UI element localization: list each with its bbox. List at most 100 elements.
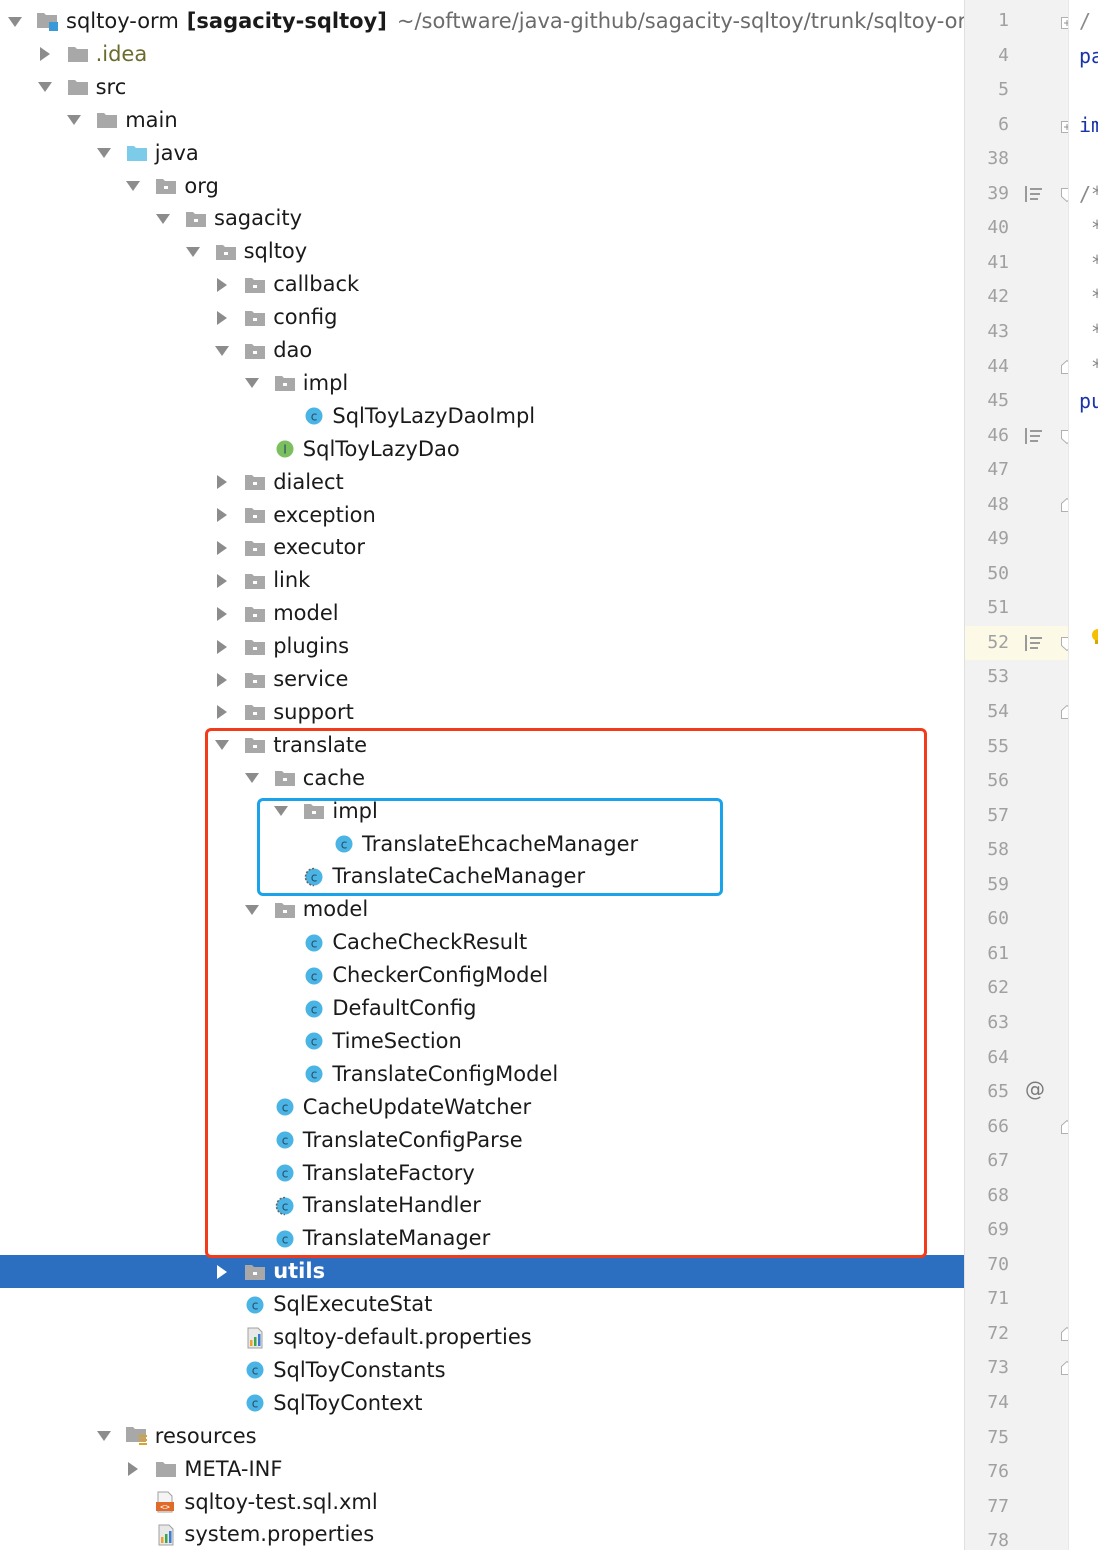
tree-node[interactable]: sqltoy-default.properties [0, 1321, 964, 1354]
tree-node[interactable]: service [0, 663, 964, 696]
tree-node[interactable]: c SqlToyConstants [0, 1354, 964, 1387]
collapse-arrow-icon[interactable] [272, 802, 290, 820]
tree-node[interactable]: c TranslateEhcacheManager [0, 828, 964, 861]
collapse-arrow-icon[interactable] [95, 144, 113, 162]
tree-node[interactable]: executor [0, 531, 964, 564]
collapse-arrow-icon[interactable] [213, 342, 231, 360]
tree-node-label: TranslateCacheManager [332, 864, 586, 889]
expand-arrow-icon[interactable] [213, 671, 231, 689]
tree-node[interactable]: c TranslateHandler [0, 1189, 964, 1222]
tree-node[interactable]: dao [0, 334, 964, 367]
collapse-arrow-icon[interactable] [154, 210, 172, 228]
expand-arrow-icon[interactable] [213, 703, 231, 721]
tree-node[interactable]: utils [0, 1255, 964, 1289]
collapse-arrow-icon[interactable] [184, 243, 202, 261]
tree-node[interactable]: c SqlExecuteStat [0, 1288, 964, 1321]
editor-gutter: 1 4 5 6 38 39 40 41 42 43 44 45 46 47 48 49 50 51 52 53 54 55… [964, 0, 1069, 1550]
line-number: 4 [998, 44, 1009, 66]
tree-node[interactable]: model [0, 597, 964, 630]
collapse-arrow-icon[interactable] [36, 78, 54, 96]
tree-node[interactable]: c TranslateCacheManager [0, 860, 964, 893]
expand-arrow-icon[interactable] [213, 638, 231, 656]
tree-node[interactable]: c TranslateFactory [0, 1157, 964, 1190]
annotation-marker-icon[interactable]: @ [1025, 1077, 1045, 1101]
class-icon: c [302, 931, 326, 955]
tree-node[interactable]: c SqlToyLazyDaoImpl [0, 400, 964, 433]
code-line: * [1091, 280, 1098, 314]
collapse-arrow-icon[interactable] [95, 1427, 113, 1445]
tree-node[interactable]: main [0, 104, 964, 137]
project-tree[interactable]: sqltoy-orm [sagacity-sqltoy] ~/software/ja… [0, 0, 964, 1550]
tree-node[interactable]: c TranslateConfigModel [0, 1058, 964, 1091]
expand-arrow-icon[interactable] [36, 45, 54, 63]
tree-node[interactable]: c CheckerConfigModel [0, 959, 964, 992]
svg-text:c: c [252, 1397, 259, 1411]
tree-node-label: TranslateConfigParse [302, 1127, 523, 1152]
line-number: 61 [987, 942, 1009, 964]
tree-node[interactable]: exception [0, 499, 964, 532]
collapse-arrow-icon[interactable] [65, 111, 83, 129]
implements-marker-icon[interactable] [1025, 427, 1043, 448]
collapse-arrow-icon[interactable] [124, 177, 142, 195]
tree-node[interactable]: config [0, 301, 964, 334]
line-number: 42 [987, 286, 1009, 308]
tree-node[interactable]: c SqlToyContext [0, 1387, 964, 1420]
tree-node-label: cache [302, 765, 365, 790]
implements-marker-icon[interactable] [1025, 185, 1043, 206]
tree-node[interactable]: impl [0, 367, 964, 400]
expand-arrow-icon[interactable] [124, 1460, 142, 1478]
expand-arrow-icon[interactable] [213, 539, 231, 557]
tree-node[interactable]: c CacheCheckResult [0, 926, 964, 959]
tree-node[interactable]: resources [0, 1420, 964, 1453]
expand-arrow-icon[interactable] [213, 506, 231, 524]
tree-node[interactable]: c TranslateManager [0, 1222, 964, 1255]
expand-arrow-icon[interactable] [213, 473, 231, 491]
tree-node[interactable]: I SqlToyLazyDao [0, 433, 964, 466]
tree-node[interactable]: c TimeSection [0, 1025, 964, 1058]
package-icon [214, 240, 238, 264]
tree-node[interactable]: .idea [0, 38, 964, 71]
intention-bulb-icon[interactable] [1091, 628, 1098, 652]
code-editor[interactable]: /paim/******pu [1068, 0, 1098, 1550]
tree-node[interactable]: support [0, 696, 964, 729]
tree-node[interactable]: c CacheUpdateWatcher [0, 1091, 964, 1124]
tree-node[interactable]: sqltoy [0, 235, 964, 268]
expand-arrow-icon[interactable] [213, 572, 231, 590]
tree-node[interactable]: c TranslateConfigParse [0, 1124, 964, 1157]
svg-text:c: c [341, 838, 348, 852]
collapse-arrow-icon[interactable] [243, 769, 261, 787]
tree-node[interactable]: java [0, 137, 964, 170]
collapse-arrow-icon[interactable] [213, 736, 231, 754]
tree-node[interactable]: dialect [0, 466, 964, 499]
line-number: 41 [987, 251, 1009, 273]
tree-node[interactable]: sagacity [0, 202, 964, 235]
tree-node[interactable]: translate [0, 729, 964, 762]
folder-icon [95, 108, 119, 132]
expand-arrow-icon[interactable] [213, 1263, 231, 1281]
collapse-arrow-icon[interactable] [6, 13, 24, 31]
tree-node[interactable]: sqltoy-orm [sagacity-sqltoy] ~/software/ja… [0, 5, 964, 38]
implements-marker-icon[interactable] [1025, 634, 1043, 655]
tree-node[interactable]: impl [0, 795, 964, 828]
tree-node-label: CacheUpdateWatcher [302, 1094, 532, 1119]
collapse-arrow-icon[interactable] [243, 374, 261, 392]
tree-node[interactable]: META-INF [0, 1453, 964, 1486]
tree-node[interactable]: link [0, 564, 964, 597]
expand-arrow-icon[interactable] [213, 309, 231, 327]
tree-node[interactable]: system.properties [0, 1518, 964, 1550]
tree-node-label: sqltoy-test.sql.xml [184, 1489, 378, 1514]
tree-node[interactable]: <> sqltoy-test.sql.xml [0, 1486, 964, 1519]
collapse-arrow-icon[interactable] [243, 901, 261, 919]
tree-node-label: sqltoy-orm [66, 9, 179, 33]
tree-node[interactable]: src [0, 71, 964, 104]
expand-arrow-icon[interactable] [213, 605, 231, 623]
tree-node[interactable]: model [0, 893, 964, 926]
tree-node[interactable]: plugins [0, 630, 964, 663]
line-number: 62 [987, 977, 1009, 999]
svg-text:c: c [281, 1167, 288, 1181]
tree-node[interactable]: cache [0, 762, 964, 795]
tree-node[interactable]: c DefaultConfig [0, 992, 964, 1025]
expand-arrow-icon[interactable] [213, 276, 231, 294]
tree-node[interactable]: org [0, 170, 964, 203]
tree-node[interactable]: callback [0, 268, 964, 301]
